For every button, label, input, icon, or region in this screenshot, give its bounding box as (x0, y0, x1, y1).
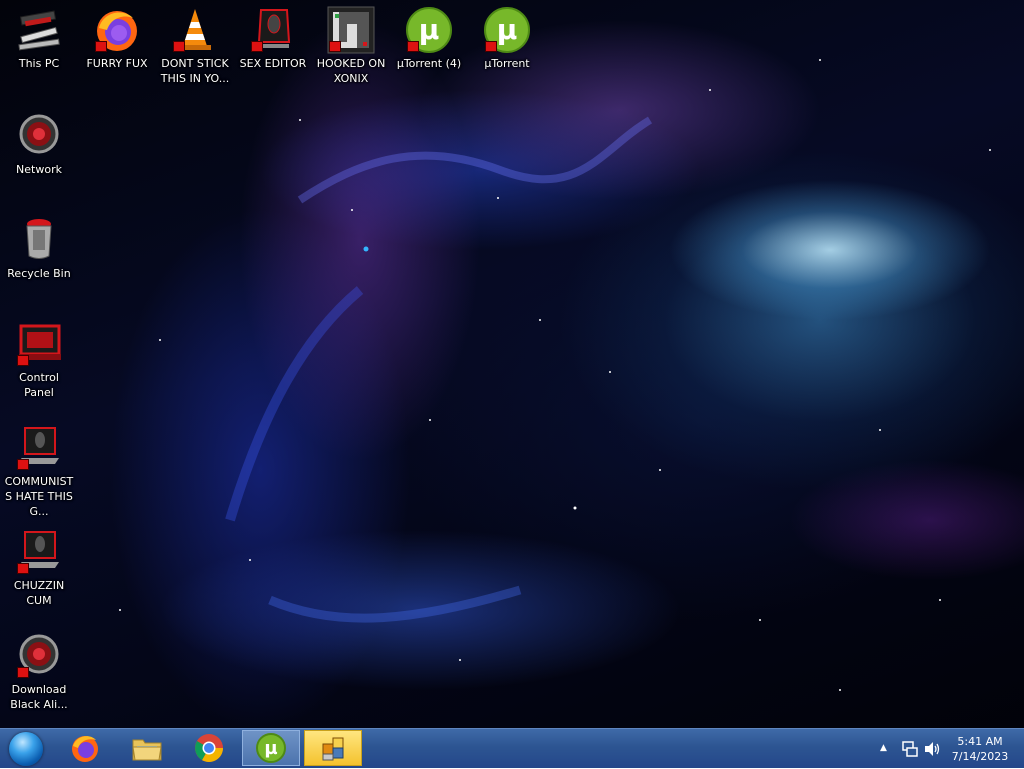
taskbar: µ ▲ 5:41 AM 7/14/2023 (0, 728, 1024, 768)
desktop-icon-recycle-bin[interactable]: Recycle Bin (1, 216, 77, 281)
chrome-icon (195, 734, 223, 762)
desktop: This PC FURRY FUX DONT STICK THIS IN YO.… (0, 0, 1024, 768)
tray-overflow-button[interactable]: ▲ (880, 743, 887, 753)
desktop-icon-hooked-on-xonix[interactable]: HOOKED ON XONIX (313, 6, 389, 86)
xonix-game-icon (327, 6, 375, 54)
desktop-icon-label: Control Panel (19, 371, 59, 399)
folder-icon (132, 739, 162, 761)
desktop-icon-dont-stick[interactable]: DONT STICK THIS IN YO... (157, 6, 233, 86)
desktop-icon-label: COMMUNISTS HATE THIS G... (4, 475, 74, 518)
svg-text:µ: µ (497, 13, 518, 46)
desktop-icon-furry-fux[interactable]: FURRY FUX (79, 6, 155, 71)
taskbar-utorrent-button[interactable]: µ (242, 730, 300, 766)
alien-laptop-icon (15, 528, 63, 576)
taskbar-clock[interactable]: 5:41 AM 7/14/2023 (950, 734, 1010, 764)
firefox-icon (72, 736, 98, 762)
desktop-icon-label: FURRY FUX (86, 57, 148, 70)
desktop-icon-chuzzin[interactable]: CHUZZIN CUM (1, 528, 77, 608)
desktop-icon-label: Recycle Bin (7, 267, 71, 280)
start-orb-icon (9, 732, 43, 766)
desktop-icon-label: CHUZZIN CUM (13, 579, 65, 607)
desktop-icon-control-panel[interactable]: Control Panel (1, 320, 77, 400)
desktop-icon-download-black[interactable]: Download Black Ali... (1, 632, 77, 712)
desktop-icon-utorrent[interactable]: µ µTorrent (469, 6, 545, 71)
taskbar-firefox-button[interactable] (56, 730, 114, 766)
vlc-cone-icon (171, 6, 219, 54)
recycle-bin-icon (15, 216, 63, 264)
desktop-icon-sex-editor[interactable]: SEX EDITOR (235, 6, 311, 71)
alien-orb-icon (15, 632, 63, 680)
network-icon (15, 112, 63, 160)
desktop-icon-label: DONT STICK THIS IN YO... (160, 57, 230, 85)
network-tray-icon[interactable] (902, 741, 918, 760)
utorrent-icon: µ (405, 6, 453, 54)
desktop-icon-label: This PC (18, 57, 60, 70)
firefox-icon (93, 6, 141, 54)
taskbar-explorer-button[interactable] (118, 730, 176, 766)
desktop-icon-label: µTorrent (484, 57, 530, 70)
svg-text:µ: µ (419, 13, 440, 46)
start-button[interactable] (6, 730, 46, 768)
desktop-icon-label: HOOKED ON XONIX (316, 57, 386, 85)
clock-time: 5:41 AM (957, 735, 1003, 748)
utorrent-icon: µ (256, 733, 286, 763)
desktop-icon-label: Download Black Ali... (10, 683, 68, 711)
utorrent-icon: µ (483, 6, 531, 54)
wallpaper-stars (119, 59, 991, 691)
svg-text:µ: µ (264, 738, 277, 759)
alien-shield-icon (249, 6, 297, 54)
desktop-icon-this-pc[interactable]: This PC (1, 6, 77, 71)
desktop-icon-label: SEX EDITOR (239, 57, 307, 70)
taskbar-app-button[interactable] (304, 730, 362, 766)
app-window-icon (322, 737, 344, 761)
alien-laptop-icon (15, 424, 63, 472)
clock-date: 7/14/2023 (951, 750, 1009, 763)
control-panel-icon (15, 320, 63, 368)
desktop-icon-network[interactable]: Network (1, 112, 77, 177)
system-tray: ▲ 5:41 AM 7/14/2023 (864, 729, 1024, 769)
taskbar-chrome-button[interactable] (180, 730, 238, 766)
desktop-icon-communists[interactable]: COMMUNISTS HATE THIS G... (1, 424, 77, 519)
computer-icon (15, 6, 63, 54)
desktop-icon-label: µTorrent (4) (396, 57, 462, 70)
desktop-icon-label: Network (16, 163, 62, 176)
volume-icon[interactable] (924, 741, 940, 760)
desktop-icon-utorrent-4[interactable]: µ µTorrent (4) (391, 6, 467, 71)
